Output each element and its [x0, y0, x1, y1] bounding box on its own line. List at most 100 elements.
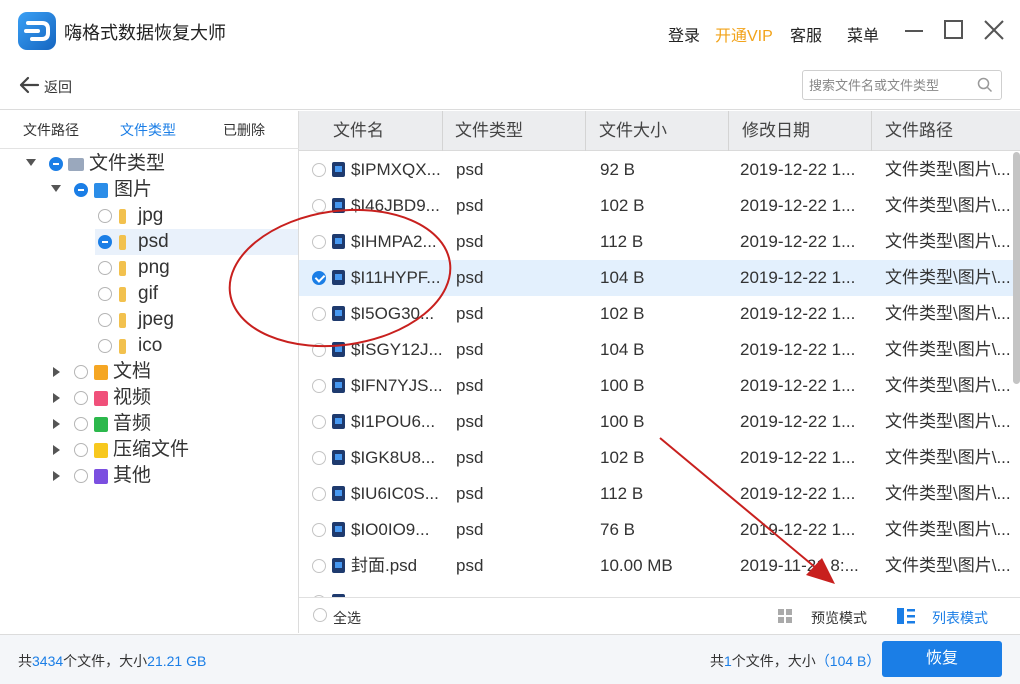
list-view-icon[interactable] [897, 608, 915, 624]
tree-checkbox[interactable] [74, 365, 88, 379]
table-row[interactable]: $I5OG30... psd 102 B 2019-12-22 1... 文件类… [299, 296, 1020, 332]
column-header-type[interactable]: 文件类型 [443, 111, 523, 151]
grid-view-icon[interactable] [778, 609, 792, 623]
tree-node-file-type[interactable]: 文件类型 [0, 151, 298, 177]
cell-date: 2019-12-22 1... [740, 484, 856, 503]
table-row[interactable]: $I1POU6... psd 100 B 2019-12-22 1... 文件类… [299, 404, 1020, 440]
tree-node-jpg[interactable]: jpg [0, 203, 298, 229]
table-row[interactable]: 封面.psd psd 10.00 MB 2019-11-21 8:... 文件类… [299, 548, 1020, 584]
table-row[interactable]: $IFN7YJS... psd 100 B 2019-12-22 1... 文件… [299, 368, 1020, 404]
table-row-partial[interactable] [299, 584, 1020, 597]
row-checkbox[interactable] [312, 199, 326, 213]
back-arrow-icon[interactable] [18, 75, 40, 95]
table-row[interactable]: $ISGY12J... psd 104 B 2019-12-22 1... 文件… [299, 332, 1020, 368]
table-row[interactable]: $IPMXQX... psd 92 B 2019-12-22 1... 文件类型… [299, 152, 1020, 188]
login-link[interactable]: 登录 [668, 22, 700, 46]
expand-arrow-icon[interactable] [53, 393, 60, 403]
table-row[interactable]: $IO0IO9... psd 76 B 2019-12-22 1... 文件类型… [299, 512, 1020, 548]
collapse-arrow-icon[interactable] [26, 159, 36, 166]
tree-checkbox[interactable] [74, 183, 88, 197]
tree-label: 其他 [113, 465, 152, 486]
search-input[interactable] [809, 76, 969, 94]
sidebar: 文件路径 文件类型 已删除 文件类型 图片 jpg psd png gif jp… [0, 111, 299, 633]
minimize-icon[interactable] [902, 18, 926, 42]
tree-node-audio[interactable]: 音频 [0, 411, 298, 437]
preview-mode-button[interactable]: 预览模式 [811, 608, 867, 628]
search-icon[interactable] [977, 77, 993, 93]
tab-file-type[interactable]: 文件类型 [120, 120, 176, 140]
psd-file-icon [332, 558, 345, 573]
tree-checkbox[interactable] [74, 417, 88, 431]
tree-checkbox[interactable] [74, 391, 88, 405]
tree-checkbox[interactable] [74, 469, 88, 483]
tree-node-gif[interactable]: gif [0, 281, 298, 307]
column-header-size[interactable]: 文件大小 [587, 111, 667, 151]
folder-icon [119, 261, 126, 276]
service-link[interactable]: 客服 [790, 22, 822, 46]
cell-type: psd [456, 484, 484, 503]
expand-arrow-icon[interactable] [53, 419, 60, 429]
tree-node-psd[interactable]: psd [95, 229, 298, 255]
tree-node-archive[interactable]: 压缩文件 [0, 437, 298, 463]
row-checkbox[interactable] [312, 307, 326, 321]
list-mode-button[interactable]: 列表模式 [932, 608, 988, 628]
back-button[interactable]: 返回 [44, 77, 72, 97]
maximize-icon[interactable] [942, 18, 966, 42]
close-icon[interactable] [982, 18, 1006, 42]
select-all-label[interactable]: 全选 [333, 608, 361, 628]
tree-node-ico[interactable]: ico [0, 333, 298, 359]
table-row[interactable]: $IU6IC0S... psd 112 B 2019-12-22 1... 文件… [299, 476, 1020, 512]
recover-button[interactable]: 恢复 [882, 641, 1002, 677]
cell-date: 2019-12-22 1... [740, 232, 856, 251]
tree-label: ico [138, 335, 163, 356]
cell-path: 文件类型\图片\... [885, 484, 1011, 503]
tree-checkbox[interactable] [98, 313, 112, 327]
row-checkbox[interactable] [312, 559, 326, 573]
tab-deleted[interactable]: 已删除 [223, 120, 265, 140]
tree-node-images[interactable]: 图片 [0, 177, 298, 203]
select-all-checkbox[interactable] [313, 608, 327, 622]
column-header-date[interactable]: 修改日期 [730, 111, 810, 151]
row-checkbox-checked[interactable] [312, 271, 326, 285]
column-divider[interactable] [871, 111, 872, 151]
row-checkbox[interactable] [312, 523, 326, 537]
tree-checkbox[interactable] [74, 443, 88, 457]
table-row[interactable]: $IHMPA2... psd 112 B 2019-12-22 1... 文件类… [299, 224, 1020, 260]
tab-file-path[interactable]: 文件路径 [23, 120, 79, 140]
table-row[interactable]: $I46JBD9... psd 102 B 2019-12-22 1... 文件… [299, 188, 1020, 224]
expand-arrow-icon[interactable] [53, 445, 60, 455]
tree-node-jpeg[interactable]: jpeg [0, 307, 298, 333]
row-checkbox[interactable] [312, 487, 326, 501]
row-checkbox[interactable] [312, 451, 326, 465]
cell-name: $I5OG30... [351, 304, 435, 323]
tree-node-other[interactable]: 其他 [0, 463, 298, 489]
column-divider[interactable] [585, 111, 586, 151]
column-header-name[interactable]: 文件名 [321, 111, 384, 151]
collapse-arrow-icon[interactable] [51, 185, 61, 192]
expand-arrow-icon[interactable] [53, 367, 60, 377]
row-checkbox[interactable] [312, 415, 326, 429]
list-header: 文件名 文件类型 文件大小 修改日期 文件路径 [299, 111, 1020, 151]
column-divider[interactable] [728, 111, 729, 151]
vip-link[interactable]: 开通VIP [715, 22, 773, 46]
tree-node-documents[interactable]: 文档 [0, 359, 298, 385]
tree-checkbox[interactable] [49, 157, 63, 171]
table-row-selected[interactable]: $I11HYPF... psd 104 B 2019-12-22 1... 文件… [299, 260, 1020, 296]
row-checkbox[interactable] [312, 379, 326, 393]
menu-link[interactable]: 菜单 [847, 22, 879, 46]
tree-checkbox[interactable] [98, 235, 112, 249]
tree-checkbox[interactable] [98, 287, 112, 301]
tree-label: 音频 [113, 413, 152, 434]
tree-checkbox[interactable] [98, 261, 112, 275]
column-header-path[interactable]: 文件路径 [873, 111, 953, 151]
tree-checkbox[interactable] [98, 209, 112, 223]
row-checkbox[interactable] [312, 163, 326, 177]
tree-checkbox[interactable] [98, 339, 112, 353]
row-checkbox[interactable] [312, 343, 326, 357]
row-checkbox[interactable] [312, 235, 326, 249]
expand-arrow-icon[interactable] [53, 471, 60, 481]
tree-node-png[interactable]: png [0, 255, 298, 281]
list-scrollbar[interactable] [1013, 152, 1020, 384]
table-row[interactable]: $IGK8U8... psd 102 B 2019-12-22 1... 文件类… [299, 440, 1020, 476]
tree-node-video[interactable]: 视频 [0, 385, 298, 411]
